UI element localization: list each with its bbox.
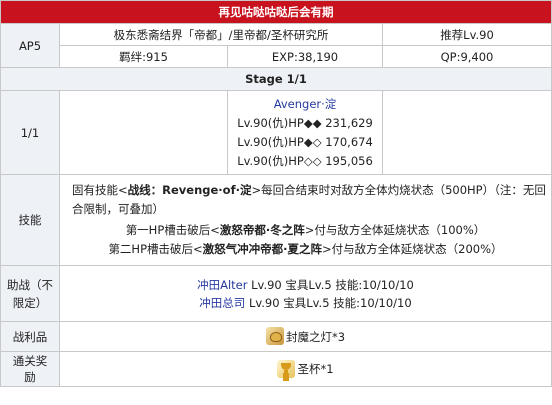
quest-location: 极东悉斋结界「帝都」/里帝都/圣杯研究所 (59, 23, 383, 46)
wave-empty-right (382, 90, 552, 175)
qp-reward: QP:9,400 (382, 45, 552, 68)
reward-cell: 圣杯*1 (59, 351, 552, 387)
break1-skill-name: 激怒帝都·冬之阵 (219, 223, 305, 237)
quest-title: 再见咕哒咕哒后会有期 (0, 0, 552, 24)
enemy-cell: Avenger·淀 Lv.90(仇)HP◆◆ 231,629 Lv.90(仇)H… (227, 90, 383, 175)
bond-points: 羁绊:915 (59, 45, 228, 68)
exp-points: EXP:38,190 (227, 45, 383, 68)
loot-cell: 封魔之灯*3 (59, 321, 552, 352)
recommended-level: 推荐Lv.90 (382, 23, 552, 46)
enemy-hp-line-2: Lv.90(仇)HP◆◇ 170,674 (237, 134, 373, 149)
wave-empty-left (59, 90, 228, 175)
enemy-name-link[interactable]: Avenger·淀 (228, 95, 382, 114)
innate-skill-name: 战线：Revenge·of·淀 (127, 183, 252, 197)
innate-skill: 固有技能<战线：Revenge·of·淀>每回合结束时对敌方全体灼烧状态（500… (72, 183, 546, 216)
quest-table: 再见咕哒咕哒后会有期 AP5 极东悉斋结界「帝都」/里帝都/圣杯研究所 推荐Lv… (0, 0, 552, 387)
break2-skill-name: 激怒气冲冲帝都·夏之阵 (202, 242, 323, 256)
loot-label: 战利品 (0, 321, 60, 352)
skills-cell: 固有技能<战线：Revenge·of·淀>每回合结束时对敌方全体灼烧状态（500… (59, 174, 552, 266)
magic-lamp-icon[interactable] (265, 327, 284, 345)
support-label: 助战（不限定） (0, 265, 60, 322)
enemy-hp-line-1: Lv.90(仇)HP◆◆ 231,629 (237, 115, 373, 130)
ap-cost: AP5 (0, 23, 60, 68)
enemy-hp-line-3: Lv.90(仇)HP◇◇ 195,056 (237, 153, 373, 168)
support-item: 冲田总司 Lv.90 宝具Lv.5 技能:10/10/10 (199, 295, 412, 310)
stage-header: Stage 1/1 (0, 67, 552, 91)
skills-label: 技能 (0, 174, 60, 266)
quest-info-panel: 再见咕哒咕哒后会有期 AP5 极东悉斋结界「帝都」/里帝都/圣杯研究所 推荐Lv… (0, 0, 552, 404)
support-servant-link-2[interactable]: 冲田总司 (199, 296, 245, 310)
break2-skill: 第二HP槽击破后<激怒气冲冲帝都·夏之阵>付与敌方全体延烧状态（200%） (108, 242, 503, 256)
loot-text: 封魔之灯*3 (285, 329, 346, 344)
wave-label: 1/1 (0, 90, 60, 175)
break1-skill: 第一HP槽击破后<激怒帝都·冬之阵>付与敌方全体延烧状态（100%） (125, 223, 486, 237)
holy-grail-icon[interactable] (277, 359, 296, 378)
support-item: 冲田Alter Lv.90 宝具Lv.5 技能:10/10/10 (197, 277, 414, 292)
reward-label: 通关奖励 (0, 351, 60, 387)
support-cell: 冲田Alter Lv.90 宝具Lv.5 技能:10/10/10 冲田总司 Lv… (59, 265, 552, 322)
support-servant-link-1[interactable]: 冲田Alter (197, 278, 247, 292)
reward-text: 圣杯*1 (297, 362, 334, 376)
